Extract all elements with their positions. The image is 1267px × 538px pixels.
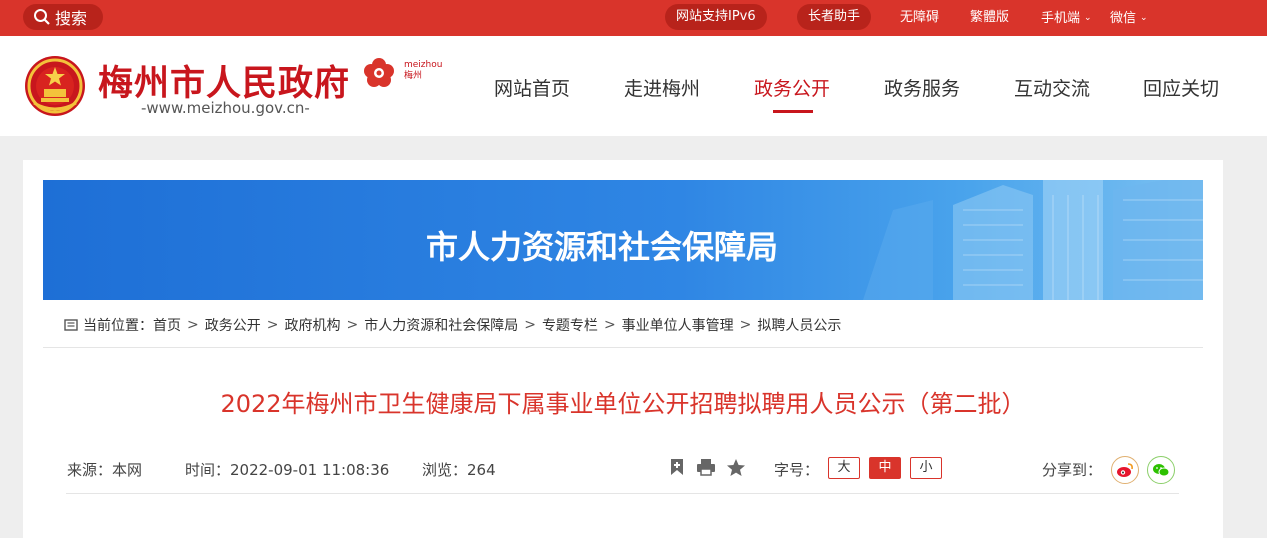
chevron-down-icon: ⌄ <box>1140 13 1148 23</box>
breadcrumb-separator: > <box>739 317 752 333</box>
nav-item-government-services[interactable]: 政务服务 <box>884 74 960 101</box>
mobile-dropdown[interactable]: 手机端 ⌄ <box>1041 0 1092 36</box>
ipv6-badge[interactable]: 网站支持IPv6 <box>665 4 767 30</box>
article-source: 来源：本网 <box>67 461 143 479</box>
location-icon <box>64 319 78 331</box>
nav-item-about-meizhou[interactable]: 走进梅州 <box>624 74 700 101</box>
breadcrumb-separator: > <box>524 317 536 333</box>
meta-divider <box>66 493 1179 494</box>
chevron-down-icon: ⌄ <box>1084 13 1092 23</box>
weibo-icon <box>1117 463 1133 477</box>
logo-caption-en: meizhou <box>404 60 443 70</box>
share-label: 分享到： <box>1042 461 1103 479</box>
search-button[interactable]: 搜索 <box>23 4 103 30</box>
breadcrumb-separator: > <box>346 317 359 333</box>
top-bar: 搜索 网站支持IPv6 长者助手 无障碍 繁體版 手机端 ⌄ 微信 ⌄ <box>0 0 1267 36</box>
mobile-label: 手机端 <box>1041 11 1081 26</box>
breadcrumb-separator: > <box>187 317 199 333</box>
search-icon <box>34 9 50 25</box>
active-nav-indicator <box>773 110 813 113</box>
breadcrumb-prefix: 当前位置： <box>83 318 153 334</box>
plum-blossom-logo-icon <box>364 58 394 87</box>
breadcrumb-link[interactable]: 专题专栏 <box>542 315 598 335</box>
article-title: 2022年梅州市卫生健康局下属事业单位公开招聘拟聘用人员公示（第二批） <box>220 390 1026 418</box>
elder-helper-button[interactable]: 长者助手 <box>797 4 872 30</box>
accessibility-link[interactable]: 无障碍 <box>900 0 939 36</box>
article-views: 浏览：264 <box>422 461 496 479</box>
nav-item-government-affairs[interactable]: 政务公开 <box>754 74 830 101</box>
font-size-small-button[interactable]: 小 <box>910 457 942 479</box>
site-url: -www.meizhou.gov.cn- <box>141 99 310 117</box>
national-emblem-icon[interactable] <box>24 55 86 117</box>
banner-title: 市人力资源和社会保障局 <box>426 228 779 266</box>
wechat-icon <box>1153 464 1170 477</box>
building-illustration <box>863 180 1203 300</box>
share-weibo-button[interactable] <box>1111 456 1139 484</box>
search-label: 搜索 <box>55 9 88 28</box>
traditional-chinese-link[interactable]: 繁體版 <box>970 0 1009 36</box>
breadcrumb-link[interactable]: 事业单位人事管理 <box>622 315 734 335</box>
font-size-label: 字号： <box>774 461 820 479</box>
breadcrumb: 当前位置： 首页 > 政务公开 > 政府机构 > 市人力资源和社会保障局 > 专… <box>64 315 841 335</box>
print-icon[interactable] <box>696 458 716 476</box>
nav-item-response[interactable]: 回应关切 <box>1143 74 1219 101</box>
breadcrumb-link[interactable]: 政务公开 <box>205 315 261 335</box>
nav-item-home[interactable]: 网站首页 <box>494 74 570 101</box>
font-size-large-button[interactable]: 大 <box>828 457 860 479</box>
breadcrumb-link[interactable]: 市人力资源和社会保障局 <box>364 315 518 335</box>
logo-caption-cn: 梅州 <box>404 71 423 81</box>
wechat-label: 微信 <box>1110 11 1137 26</box>
breadcrumb-link[interactable]: 拟聘人员公示 <box>757 315 841 335</box>
share-wechat-button[interactable] <box>1147 456 1175 484</box>
breadcrumb-link[interactable]: 政府机构 <box>284 315 340 335</box>
article-time: 时间：2022-09-01 11:08:36 <box>185 461 390 479</box>
nav-item-interaction[interactable]: 互动交流 <box>1014 74 1090 101</box>
breadcrumb-divider <box>43 347 1203 348</box>
site-header: 梅州市人民政府 -www.meizhou.gov.cn- meizhou 梅州 … <box>0 36 1267 136</box>
wechat-dropdown[interactable]: 微信 ⌄ <box>1110 0 1148 36</box>
favorite-star-icon[interactable] <box>726 458 746 477</box>
bookmark-icon[interactable] <box>668 458 686 476</box>
breadcrumb-separator: > <box>603 317 616 333</box>
logo-caption: meizhou 梅州 <box>404 60 442 82</box>
breadcrumb-separator: > <box>266 317 279 333</box>
font-size-medium-button[interactable]: 中 <box>869 457 901 479</box>
department-banner: 市人力资源和社会保障局 <box>43 180 1203 300</box>
breadcrumb-link[interactable]: 首页 <box>153 315 181 335</box>
